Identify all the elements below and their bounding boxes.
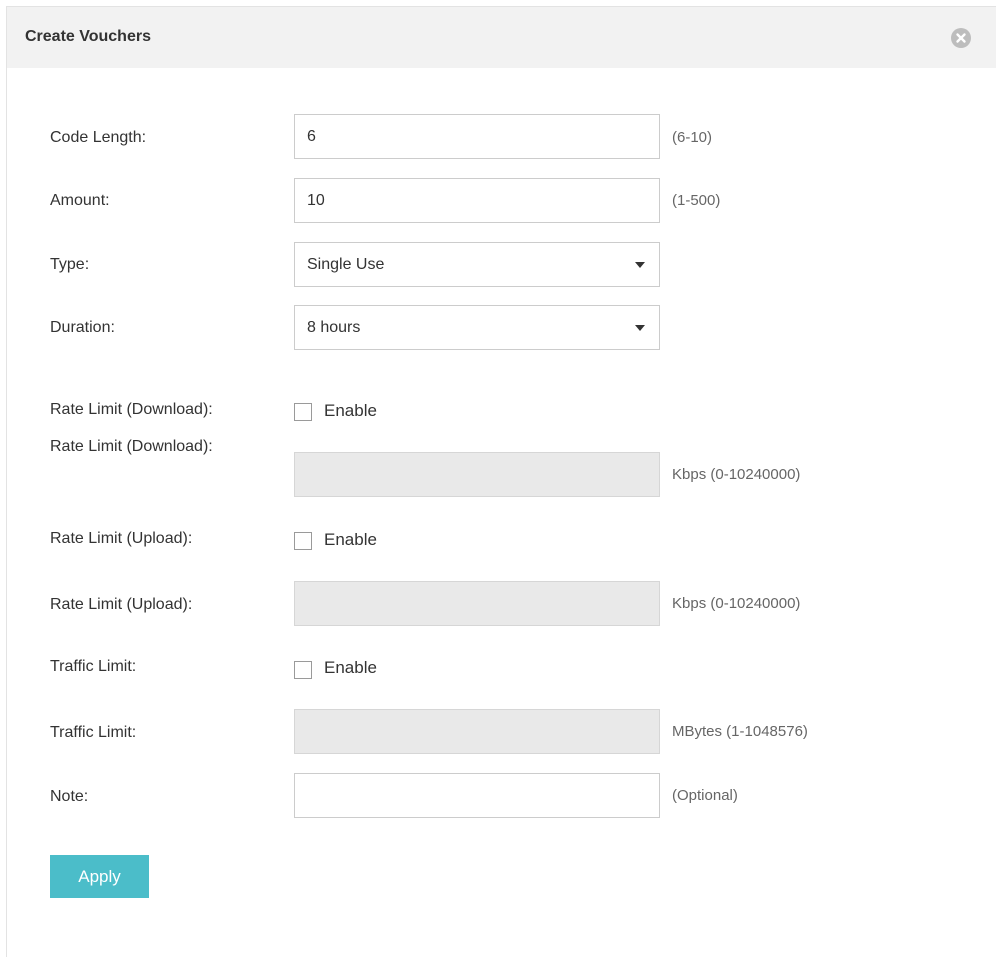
amount-input[interactable] [294,178,660,223]
code-length-label: Code Length: [50,129,147,146]
traffic-limit-toggle-label: Traffic Limit: [50,658,137,675]
close-button[interactable] [951,28,971,48]
rate-limit-upload-checkbox[interactable] [294,532,312,550]
duration-label: Duration: [50,319,115,336]
type-label: Type: [50,256,90,273]
traffic-limit-checkbox[interactable] [294,661,312,679]
traffic-limit-input[interactable] [294,709,660,754]
create-vouchers-dialog: Create Vouchers Code Length: (6-10) Amou… [6,6,996,957]
chevron-down-icon [635,262,645,268]
rate-limit-upload-value-label: Rate Limit (Upload): [50,596,193,613]
code-length-input[interactable] [294,114,660,159]
note-hint: (Optional) [672,787,738,804]
rate-limit-upload-hint: Kbps (0-10240000) [672,595,801,612]
duration-selected-value: 8 hours [307,319,361,336]
traffic-limit-enable-label[interactable]: Enable [324,658,377,678]
duration-select[interactable]: 8 hours [294,305,660,350]
rate-limit-download-hint: Kbps (0-10240000) [672,466,801,483]
type-select[interactable]: Single Use [294,242,660,287]
rate-limit-upload-enable-label[interactable]: Enable [324,530,377,550]
rate-limit-upload-input[interactable] [294,581,660,626]
amount-hint: (1-500) [672,192,721,209]
dialog-header: Create Vouchers [7,7,996,68]
rate-limit-upload-toggle-label: Rate Limit (Upload): [50,530,193,547]
code-length-hint: (6-10) [672,129,713,146]
amount-label: Amount: [50,192,110,209]
traffic-limit-value-label: Traffic Limit: [50,724,137,741]
rate-limit-download-toggle-label: Rate Limit (Download): [50,401,213,418]
traffic-limit-hint: MBytes (1-1048576) [672,723,808,740]
type-selected-value: Single Use [307,256,385,273]
rate-limit-download-enable-label[interactable]: Enable [324,401,377,421]
rate-limit-download-value-label: Rate Limit (Download): [50,438,213,455]
rate-limit-download-input[interactable] [294,452,660,497]
close-circle-icon [956,33,966,43]
note-label: Note: [50,788,89,805]
dialog-title: Create Vouchers [25,28,151,45]
note-input[interactable] [294,773,660,818]
apply-button[interactable]: Apply [50,855,149,898]
rate-limit-download-checkbox[interactable] [294,403,312,421]
chevron-down-icon [635,325,645,331]
